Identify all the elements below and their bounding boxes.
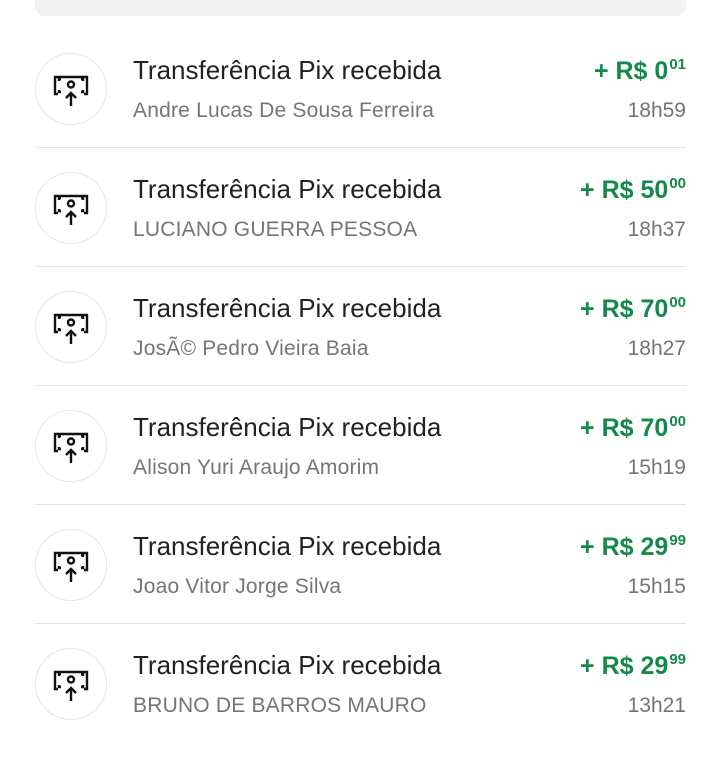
amount-integer: + R$ 50 [580, 176, 669, 204]
amount-integer: + R$ 29 [580, 652, 669, 680]
transaction-item[interactable]: Transferência Pix recebida BRUNO DE BARR… [35, 624, 686, 742]
amount-cents: 00 [669, 294, 686, 311]
amount-integer: + R$ 0 [593, 57, 669, 85]
amount-cents: 00 [669, 175, 686, 192]
sender-name: Joao Vitor Jorge Silva [133, 575, 342, 598]
pix-transfer-received-icon [35, 648, 107, 720]
transaction-title: Transferência Pix recebida [133, 293, 442, 323]
sender-name: LUCIANO GUERRA PESSOA [133, 218, 418, 241]
transaction-list: Transferência Pix recebida Andre Lucas D… [35, 29, 686, 742]
sender-name: Alison Yuri Araujo Amorim [133, 456, 380, 479]
transaction-amount: + R$ 7000 [580, 294, 686, 324]
transaction-amount: + R$ 7000 [580, 413, 686, 443]
pix-transfer-received-icon [35, 410, 107, 482]
transaction-item[interactable]: Transferência Pix recebida Andre Lucas D… [35, 29, 686, 148]
transaction-title: Transferência Pix recebida [133, 55, 442, 85]
pix-transfer-received-icon [35, 291, 107, 363]
sender-name: BRUNO DE BARROS MAURO [133, 694, 427, 717]
transaction-amount: + R$ 5000 [580, 175, 686, 205]
pix-transfer-received-icon [35, 53, 107, 125]
amount-cents: 01 [669, 56, 686, 73]
transaction-title: Transferência Pix recebida [133, 412, 442, 442]
transaction-time: 13h21 [627, 694, 686, 717]
sender-name: Andre Lucas De Sousa Ferreira [133, 99, 435, 122]
transaction-title: Transferência Pix recebida [133, 531, 442, 561]
amount-cents: 00 [669, 413, 686, 430]
transaction-time: 18h59 [627, 99, 686, 122]
sender-name: JosÃ© Pedro Vieira Baia [133, 337, 369, 360]
transaction-time: 18h27 [627, 337, 686, 360]
pix-transfer-received-icon [35, 529, 107, 601]
top-card [35, 0, 686, 16]
pix-transfer-received-icon [35, 172, 107, 244]
transaction-time: 15h15 [627, 575, 686, 598]
transaction-item[interactable]: Transferência Pix recebida JosÃ© Pedro V… [35, 267, 686, 386]
transaction-time: 18h37 [627, 218, 686, 241]
transaction-time: 15h19 [627, 456, 686, 479]
amount-integer: + R$ 70 [580, 414, 669, 442]
transaction-item[interactable]: Transferência Pix recebida Joao Vitor Jo… [35, 505, 686, 624]
amount-integer: + R$ 70 [580, 295, 669, 323]
transaction-item[interactable]: Transferência Pix recebida Alison Yuri A… [35, 386, 686, 505]
amount-integer: + R$ 29 [580, 533, 669, 561]
transaction-title: Transferência Pix recebida [133, 650, 442, 680]
amount-cents: 99 [669, 532, 686, 549]
transaction-amount: + R$ 001 [594, 56, 686, 86]
amount-cents: 99 [669, 651, 686, 668]
transaction-title: Transferência Pix recebida [133, 174, 442, 204]
transaction-amount: + R$ 2999 [580, 532, 686, 562]
transaction-item[interactable]: Transferência Pix recebida LUCIANO GUERR… [35, 148, 686, 267]
transaction-amount: + R$ 2999 [580, 651, 686, 681]
